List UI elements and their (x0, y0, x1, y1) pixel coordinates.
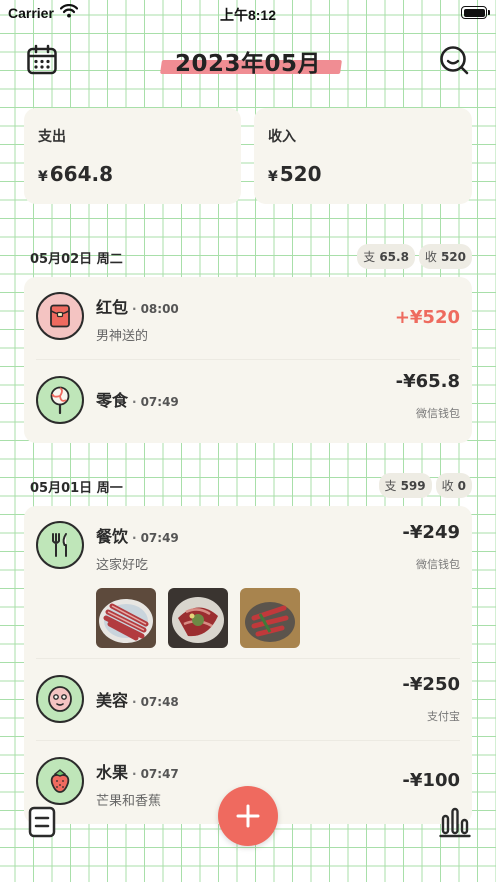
lollipop-icon (36, 376, 84, 424)
day-expense-key: 支 (363, 250, 376, 264)
bill-list-button[interactable] (28, 806, 56, 842)
face-mask-icon (36, 675, 84, 723)
header: 2023年05月 (0, 40, 496, 84)
income-currency: ¥ (268, 169, 278, 185)
month-title-text: 2023年05月 (174, 51, 322, 77)
expense-total: ¥664.8 (38, 162, 227, 186)
strawberry-icon (36, 757, 84, 805)
income-amount: 520 (279, 162, 322, 186)
day-income-total: 520 (440, 250, 466, 264)
transaction-category: 美容 · 07:48 (96, 687, 179, 711)
transaction-time: · 07:47 (132, 767, 179, 781)
transaction-category: 水果 · 07:47 (96, 759, 179, 783)
status-bar: Carrier 上午8:12 (0, 0, 496, 26)
transaction-time: · 07:49 (132, 395, 179, 409)
statistics-button[interactable] (439, 806, 471, 842)
red-envelope-icon (36, 292, 84, 340)
transaction-note: 男神送的 (96, 329, 149, 344)
income-summary-card[interactable]: 收入 ¥520 (254, 108, 472, 204)
expense-summary-card[interactable]: 支出 ¥664.8 (24, 108, 241, 204)
transaction-time: · 07:49 (132, 531, 179, 545)
time-text: 08:00 (140, 302, 179, 316)
bar-chart-icon (439, 807, 471, 838)
add-record-button[interactable] (218, 786, 278, 846)
transaction-category: 餐饮 · 07:49 (96, 523, 179, 547)
transaction-time: · 08:00 (132, 302, 179, 316)
day-date: 05月02日 周二 (30, 252, 123, 267)
transaction-category: 红包 · 08:00 (96, 294, 179, 318)
category-label: 餐饮 (96, 527, 129, 546)
transaction-note: 芒果和香蕉 (96, 794, 162, 809)
transaction-row[interactable]: 零食 · 07:49 -¥65.8 微信钱包 (24, 361, 472, 443)
day-date: 05月01日 周一 (30, 481, 123, 496)
status-time: 上午8:12 (219, 7, 277, 23)
expense-amount: 664.8 (49, 162, 114, 186)
day-expense-key: 支 (384, 479, 397, 493)
row-divider (36, 740, 460, 741)
transaction-amount: -¥250 (402, 674, 460, 695)
day-header: 05月01日 周一 支 599 收0 (24, 472, 472, 498)
time-text: 07:47 (140, 767, 179, 781)
search-button[interactable] (438, 44, 470, 80)
row-divider (36, 359, 460, 360)
transaction-row[interactable]: 红包 · 08:00 男神送的 +¥520 (24, 277, 472, 357)
list-icon (28, 806, 56, 838)
transaction-amount: -¥65.8 (395, 371, 460, 392)
day-income-key: 收 (424, 250, 437, 264)
expense-label: 支出 (38, 129, 66, 145)
day-transactions-card: 红包 · 08:00 男神送的 +¥520 零食 · 07:49 -¥65.8 微信钱包 (24, 277, 472, 443)
time-text: 07:49 (140, 531, 179, 545)
day-income-key: 收 (441, 479, 454, 493)
category-label: 水果 (96, 763, 129, 782)
day-income-total: 0 (457, 479, 466, 493)
day-header: 05月02日 周二 支 65.8 收 520 (24, 243, 472, 269)
day-expense-total: 599 (400, 479, 426, 493)
day-expense-total: 65.8 (379, 250, 409, 264)
income-label: 收入 (268, 129, 296, 145)
expense-currency: ¥ (38, 169, 48, 185)
transaction-row[interactable]: 餐饮 · 07:49 这家好吃 -¥249 微信钱包 (24, 506, 472, 658)
food-photo[interactable] (96, 588, 156, 648)
day-transactions-card: 餐饮 · 07:49 这家好吃 -¥249 微信钱包 美容 · 07:48 -¥… (24, 506, 472, 824)
transaction-row[interactable]: 美容 · 07:48 -¥250 支付宝 (24, 660, 472, 740)
category-label: 零食 (96, 391, 129, 410)
fork-knife-icon (36, 521, 84, 569)
transaction-amount: -¥249 (402, 522, 460, 543)
transaction-category: 零食 · 07:49 (96, 387, 179, 411)
row-divider (36, 658, 460, 659)
plus-icon (236, 804, 260, 828)
category-label: 红包 (96, 298, 129, 317)
transaction-account: 微信钱包 (416, 558, 460, 571)
time-text: 07:49 (140, 395, 179, 409)
transaction-account: 微信钱包 (416, 407, 460, 420)
day-totals: 支 65.8 收 520 (357, 244, 472, 269)
transaction-account: 支付宝 (427, 710, 460, 723)
day-expense-pill: 支 599 (378, 473, 432, 498)
food-photo[interactable] (240, 588, 300, 648)
transaction-note: 这家好吃 (96, 558, 149, 573)
battery-icon (461, 6, 490, 19)
time-text: 07:48 (140, 695, 179, 709)
month-title[interactable]: 2023年05月 (161, 40, 335, 82)
transaction-amount: +¥520 (394, 307, 460, 328)
day-income-pill: 收0 (435, 473, 472, 498)
transaction-amount: -¥100 (402, 770, 460, 791)
income-total: ¥520 (268, 162, 458, 186)
transaction-time: · 07:48 (132, 695, 179, 709)
day-income-pill: 收 520 (418, 244, 472, 269)
search-smile-icon (440, 46, 469, 75)
day-totals: 支 599 收0 (378, 473, 472, 498)
day-expense-pill: 支 65.8 (357, 244, 415, 269)
category-label: 美容 (96, 691, 129, 710)
food-photo[interactable] (168, 588, 228, 648)
